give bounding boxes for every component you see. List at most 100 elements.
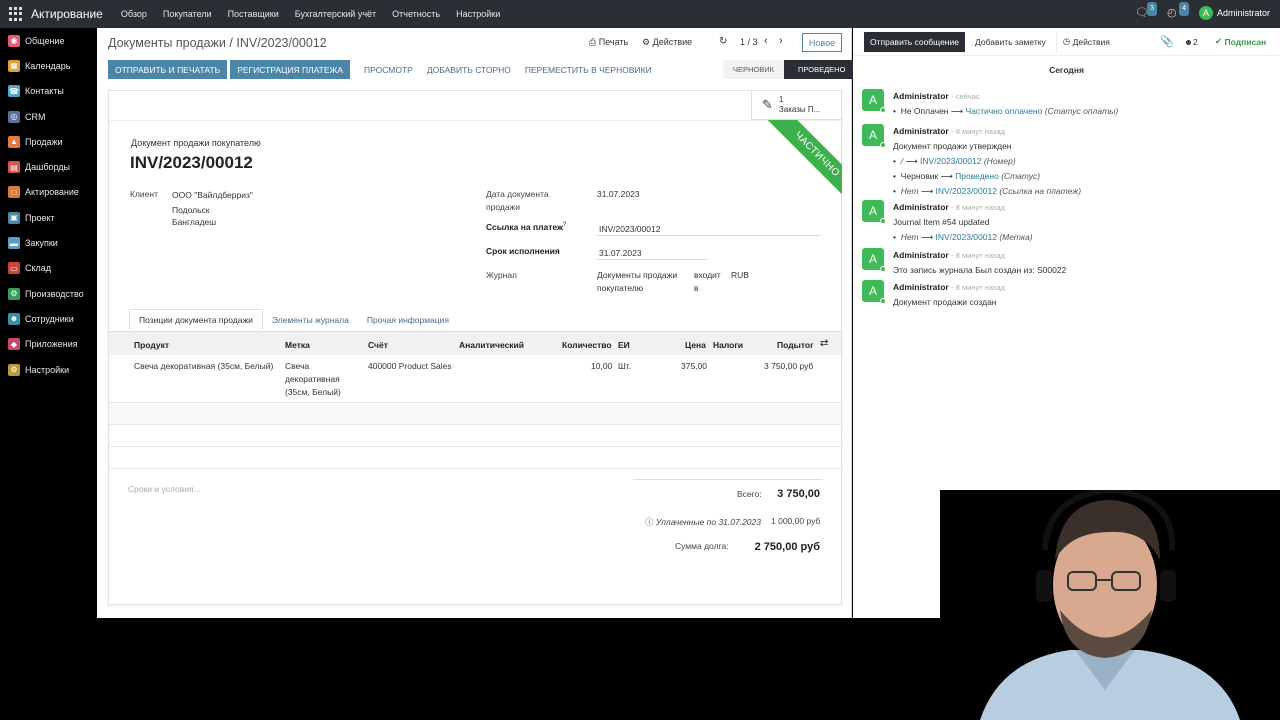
menu-accounting[interactable]: Бухгалтерский учёт	[287, 9, 384, 19]
sidebar-item[interactable]: □ Актирование	[0, 180, 97, 205]
empty-row	[109, 447, 841, 469]
help-icon[interactable]: ?	[563, 222, 566, 228]
status-posted[interactable]: Проведено	[784, 60, 856, 79]
col-product[interactable]: Продукт	[134, 340, 169, 350]
col-quantity[interactable]: Количество	[562, 340, 612, 350]
invoice-date[interactable]: 31.07.2023	[597, 189, 640, 199]
sidebar-item[interactable]: ☻ Сотрудники	[0, 306, 97, 331]
action-button[interactable]: ⚙ Действие	[642, 37, 692, 48]
sidebar-item-label: Контакты	[25, 86, 64, 97]
subscribed-button[interactable]: ✔ Подписан	[1209, 32, 1272, 52]
message-avatar[interactable]: A	[862, 124, 886, 148]
print-label: Печать	[598, 37, 629, 47]
client-name[interactable]: ООО "Вайлдберриз"	[172, 190, 253, 200]
activities-button[interactable]: ◷ Действия	[1055, 31, 1116, 52]
menu-settings[interactable]: Настройки	[448, 9, 508, 19]
sidebar-item[interactable]: ⚙ Производство	[0, 281, 97, 306]
payment-ref-input[interactable]: INV/2023/00012	[599, 224, 660, 234]
sidebar-item[interactable]: ◆ Приложения	[0, 332, 97, 357]
pager-prev-icon[interactable]: ‹	[764, 35, 768, 47]
sidebar-item[interactable]: ▤ Дашборды	[0, 154, 97, 179]
menu-vendors[interactable]: Поставщики	[220, 9, 287, 19]
optional-columns-icon[interactable]: ⇄	[820, 338, 828, 349]
col-analytic[interactable]: Аналитический	[459, 340, 524, 350]
journal-name-2: покупателю	[597, 283, 644, 293]
app-icon: ▤	[8, 161, 20, 174]
col-account[interactable]: Счёт	[368, 340, 388, 350]
col-taxes[interactable]: Налоги	[713, 340, 743, 350]
sidebar-item-label: Дашборды	[25, 162, 70, 173]
check-icon: ✔	[1215, 36, 1223, 46]
sidebar-item[interactable]: ⚙ Настройки	[0, 357, 97, 382]
invoice-lines-table: Продукт Метка Счёт Аналитический Количес…	[109, 331, 841, 469]
message-author[interactable]: Administrator	[893, 126, 949, 136]
message-author[interactable]: Administrator	[893, 202, 949, 212]
terms-input[interactable]: Сроки и условия...	[128, 484, 201, 494]
due-date-input[interactable]: 31.07.2023	[599, 248, 642, 258]
sidebar-item[interactable]: ☎ Контакты	[0, 79, 97, 104]
pager-next-icon[interactable]: ›	[779, 35, 783, 47]
currency[interactable]: RUB	[731, 270, 749, 280]
breadcrumb-parent[interactable]: Документы продажи	[108, 36, 226, 50]
table-row[interactable]: Свеча декоративная (35см, Белый) Свеча д…	[109, 355, 841, 403]
attachments-icon[interactable]: 📎	[1154, 32, 1180, 52]
app-icon: ▦	[8, 59, 20, 72]
col-label[interactable]: Метка	[285, 340, 310, 350]
col-subtotal[interactable]: Подытог	[777, 340, 814, 350]
message-author[interactable]: Administrator	[893, 282, 949, 292]
tab-invoice-lines[interactable]: Позиции документа продажи	[129, 309, 263, 331]
tab-other-info[interactable]: Прочая информация	[358, 309, 458, 331]
pager-value[interactable]: 1 / 3	[740, 37, 758, 47]
breadcrumb-separator: /	[229, 36, 233, 50]
log-note-button[interactable]: Добавить заметку	[969, 32, 1052, 52]
sidebar-item[interactable]: ◉ Общение	[0, 28, 97, 53]
send-message-button[interactable]: Отправить сообщение	[864, 31, 965, 52]
sidebar-item-label: Общение	[25, 35, 65, 46]
message-avatar[interactable]: A	[862, 248, 886, 272]
status-draft[interactable]: Черновик	[723, 60, 785, 79]
register-payment-button[interactable]: Регистрация платежа	[230, 60, 351, 79]
message-text: Документ продажи создан	[893, 297, 997, 307]
chat-icon[interactable]: 🗨 3	[1135, 2, 1157, 20]
preview-button[interactable]: Просмотр	[357, 60, 420, 79]
subscribed-label: Подписан	[1224, 36, 1267, 47]
message-avatar[interactable]: A	[862, 200, 886, 224]
app-icon: ▬	[8, 237, 20, 250]
new-button[interactable]: Новое	[802, 33, 842, 52]
sidebar-item-label: Продажи	[25, 136, 63, 147]
message-author[interactable]: Administrator	[893, 250, 949, 260]
col-price[interactable]: Цена	[685, 340, 706, 350]
message-avatar[interactable]: A	[862, 89, 886, 113]
arrow-icon: ⟶	[920, 232, 934, 242]
message-avatar[interactable]: A	[862, 280, 886, 304]
message-time: - 8 минут назад	[951, 127, 1005, 136]
followers-button[interactable]: ☻ 2	[1178, 32, 1204, 52]
add-reversal-button[interactable]: Добавить сторно	[420, 60, 518, 79]
sidebar-item[interactable]: ▬ Закупки	[0, 230, 97, 255]
sidebar-item[interactable]: ▲ Продажи	[0, 129, 97, 154]
refresh-icon[interactable]: ↻	[719, 36, 727, 47]
sales-orders-smart-button[interactable]: ✎ 1 Заказы П...	[751, 91, 841, 120]
menu-reporting[interactable]: Отчетность	[384, 9, 448, 19]
menu-customers[interactable]: Покупатели	[155, 9, 220, 19]
sidebar-item[interactable]: ▣ Проект	[0, 205, 97, 230]
menu-overview[interactable]: Обзор	[113, 9, 155, 19]
print-button[interactable]: ⎙ Печать	[589, 37, 628, 48]
col-uom[interactable]: ЕИ	[618, 340, 630, 350]
paid-label: Уплаченные по 31.07.2023	[655, 517, 761, 527]
activity-clock-icon[interactable]: ◴ 4	[1167, 2, 1189, 20]
sidebar-item[interactable]: ▦ Календарь	[0, 53, 97, 78]
user-menu[interactable]: A Administrator	[1198, 6, 1270, 20]
journal-name[interactable]: Документы продажи	[597, 270, 677, 280]
sidebar-item[interactable]: ◎ CRM	[0, 104, 97, 129]
app-name[interactable]: Актирование	[31, 7, 103, 21]
sidebar-item-label: CRM	[25, 111, 46, 122]
info-icon[interactable]: ⓘ	[645, 517, 654, 527]
activities-label: Действия	[1072, 36, 1110, 47]
sidebar-item[interactable]: ▭ Склад	[0, 256, 97, 281]
reset-to-draft-button[interactable]: Переместить в черновики	[518, 60, 659, 79]
message-author[interactable]: Administrator	[893, 91, 949, 101]
send-print-button[interactable]: Отправить и печатать	[108, 60, 228, 79]
app-menu-icon[interactable]	[9, 7, 23, 21]
tab-journal-items[interactable]: Элементы журнала	[263, 309, 358, 331]
